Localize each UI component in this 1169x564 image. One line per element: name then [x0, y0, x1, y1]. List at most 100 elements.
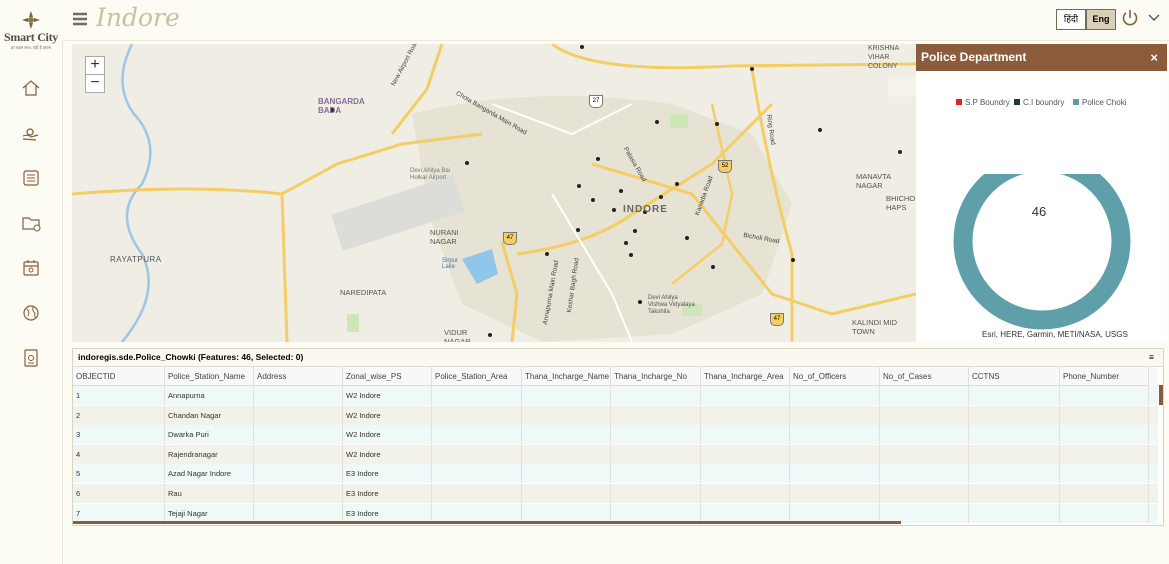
legend-item-choki[interactable]: Police Choki	[1073, 98, 1126, 107]
smart-city-logo[interactable]: Smart City हर कदम साथ, यही है प्रयास	[2, 8, 60, 62]
sidebar: Smart City हर कदम साथ, यही है प्रयास	[0, 0, 63, 564]
database-icon[interactable]	[20, 167, 42, 189]
table-cell	[790, 405, 880, 425]
col-no-of-cases[interactable]: No_of_Cases	[880, 367, 969, 386]
table-cell	[969, 484, 1060, 503]
report-icon[interactable]	[20, 347, 42, 369]
table-cell: E3 Indore	[343, 503, 432, 523]
chevron-down-icon[interactable]	[1148, 13, 1160, 23]
table-cell	[880, 484, 969, 503]
table-row[interactable]: 5 Azad Nagar Indore E3 Indore	[73, 464, 1158, 484]
table-cell: Azad Nagar Indore	[165, 464, 254, 484]
table-cell	[701, 503, 790, 523]
zoom-in-button[interactable]: +	[86, 57, 104, 75]
table-cell	[611, 444, 701, 464]
app-title: Indore	[96, 3, 180, 32]
legend-swatch	[1014, 99, 1020, 105]
logo-tagline: हर कदम साथ, यही है प्रयास	[10, 45, 52, 50]
zoom-out-button[interactable]: −	[86, 75, 104, 92]
legend-swatch	[956, 99, 962, 105]
col-thana-incharge-name[interactable]: Thana_Incharge_Name	[522, 367, 611, 386]
table-title-bar: indoregis.sde.Police_Chowki (Features: 4…	[73, 349, 1163, 367]
legend-swatch	[1073, 99, 1079, 105]
table-cell: 7	[73, 503, 165, 523]
table-cell	[522, 503, 611, 523]
table-cell	[254, 386, 343, 405]
col-thana-incharge-area[interactable]: Thana_Incharge_Area	[701, 367, 790, 386]
table-cell	[254, 405, 343, 425]
basemap	[72, 44, 916, 342]
legend-item-ci[interactable]: C.I boundry	[1014, 98, 1064, 107]
col-cctns[interactable]: CCTNS	[969, 367, 1060, 386]
panel-title: Police Department	[921, 50, 1027, 64]
map-label-rayatpura: RAYATPURA	[110, 255, 162, 264]
col-no-of-officers[interactable]: No_of_Officers	[790, 367, 880, 386]
map-label-naredipata: NAREDIPATA	[340, 288, 387, 297]
col-objectid[interactable]: OBJECTID	[73, 367, 165, 386]
table-cell: Tejaji Nagar	[165, 503, 254, 523]
vertical-scrollbar[interactable]	[1159, 385, 1163, 405]
table-row[interactable]: 6 Rau E3 Indore	[73, 484, 1158, 503]
hand-care-icon[interactable]	[20, 122, 42, 144]
table-row[interactable]: 1 Annapurna W2 Indore	[73, 386, 1158, 405]
map-label-indore: INDORE	[623, 204, 668, 215]
col-phone-number[interactable]: Phone_Number	[1060, 367, 1149, 386]
table-cell	[1060, 386, 1149, 405]
legend-item-sp[interactable]: S.P Boundry	[956, 98, 1010, 107]
route-shield-27: 27	[589, 95, 603, 108]
lang-english-button[interactable]: Eng	[1086, 9, 1116, 30]
hamburger-menu-icon[interactable]	[72, 10, 88, 28]
col-address[interactable]: Address	[254, 367, 343, 386]
horizontal-scrollbar[interactable]	[73, 521, 901, 524]
table-row[interactable]: 4 Rajendranagar W2 Indore	[73, 444, 1158, 464]
table-cell	[790, 386, 880, 405]
table-cell	[254, 425, 343, 445]
col-police-station-area[interactable]: Police_Station_Area	[432, 367, 522, 386]
lang-hindi-button[interactable]: हिंदी	[1056, 9, 1086, 30]
table-cell: 4	[73, 444, 165, 464]
table-row[interactable]: 3 Dwarka Puri W2 Indore	[73, 425, 1158, 445]
table-cell	[611, 405, 701, 425]
table-row[interactable]: 7 Tejaji Nagar E3 Indore	[73, 503, 1158, 523]
table-cell	[1060, 405, 1149, 425]
table-cell	[701, 444, 790, 464]
close-button[interactable]: ×	[1150, 44, 1158, 71]
table-cell	[1060, 425, 1149, 445]
table-cell	[432, 425, 522, 445]
table-cell	[1060, 444, 1149, 464]
donut-center-value: 46	[1031, 204, 1047, 219]
map-label-manavta-nagar: MANAVTA NAGAR	[856, 172, 891, 190]
table-cell	[522, 484, 611, 503]
table-cell: Rau	[165, 484, 254, 503]
table-cell	[611, 484, 701, 503]
col-thana-incharge-no[interactable]: Thana_Incharge_No	[611, 367, 701, 386]
table-row[interactable]: 2 Chandan Nagar W2 Indore	[73, 405, 1158, 425]
table-header: OBJECTID Police_Station_Name Address Zon…	[73, 367, 1158, 386]
route-shield-52: 52	[718, 160, 732, 173]
col-police-station-name[interactable]: Police_Station_Name	[165, 367, 254, 386]
table-menu-icon[interactable]: ≡	[1149, 349, 1154, 366]
table-cell	[790, 464, 880, 484]
table-cell	[254, 444, 343, 464]
power-icon[interactable]	[1121, 9, 1139, 27]
panel-collapse-handle[interactable]	[888, 77, 916, 97]
folder-add-icon[interactable]	[20, 212, 42, 234]
calendar-icon[interactable]	[20, 257, 42, 279]
table-cell	[522, 444, 611, 464]
table-cell: 5	[73, 464, 165, 484]
map-attribution: Esri, HERE, Garmin, METI/NASA, USGS	[982, 330, 1128, 339]
globe-icon[interactable]	[20, 302, 42, 324]
donut-slice-police-choki[interactable]	[953, 174, 1131, 330]
col-zonal-wise-ps[interactable]: Zonal_wise_PS	[343, 367, 432, 386]
map-label-bangarda: BANGARDA BADA	[318, 97, 365, 115]
table-cell	[611, 503, 701, 523]
home-icon[interactable]	[20, 77, 42, 99]
police-department-panel: Police Department × S.P Boundry C.I boun…	[916, 44, 1167, 342]
map-view[interactable]: BANGARDA BADA RAYATPURA NURANI NAGAR NAR…	[72, 44, 916, 342]
table-cell: Annapurna	[165, 386, 254, 405]
table-cell: E3 Indore	[343, 484, 432, 503]
table-cell	[432, 464, 522, 484]
table-title: indoregis.sde.Police_Chowki (Features: 4…	[78, 352, 304, 362]
header: Indore हिंदी Eng	[62, 0, 1169, 41]
table-cell	[1060, 464, 1149, 484]
